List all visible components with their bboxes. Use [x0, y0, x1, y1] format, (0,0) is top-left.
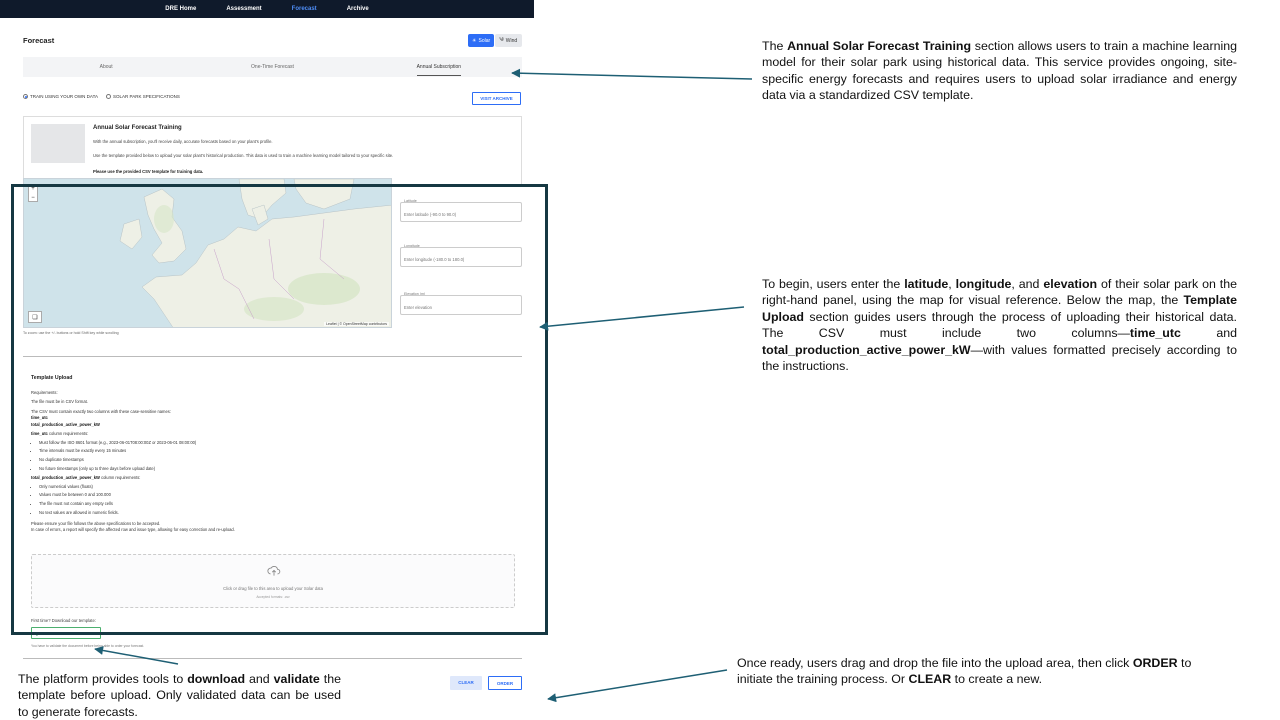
nav-assessment[interactable]: Assessment: [211, 0, 276, 18]
nav-dre-home[interactable]: DRE Home: [150, 0, 211, 18]
info-card: Annual Solar Forecast Training With the …: [23, 116, 522, 186]
info-image-placeholder: [31, 124, 85, 163]
solar-toggle-button[interactable]: ☀ Solar: [468, 34, 495, 47]
info-card-text-2: Use the template provided below to uploa…: [93, 153, 394, 158]
arrow-to-tabs: [511, 68, 753, 80]
slide: DRE Home Assessment Forecast Archive For…: [0, 0, 1280, 720]
wind-toggle-button[interactable]: ༄ Wind: [495, 34, 522, 47]
tab-one-time-forecast[interactable]: One-Time Forecast: [189, 57, 355, 77]
tab-about[interactable]: About: [23, 57, 189, 77]
radio-specs-label: SOLAR PARK SPECIFICATIONS: [113, 94, 180, 99]
radio-solar-park-specs[interactable]: SOLAR PARK SPECIFICATIONS: [106, 94, 180, 99]
radio-own-data-label: TRAIN USING YOUR OWN DATA: [30, 94, 99, 99]
visit-archive-button[interactable]: VISIT ARCHIVE: [472, 92, 521, 105]
info-card-title: Annual Solar Forecast Training: [93, 125, 182, 131]
order-button[interactable]: ORDER: [488, 676, 522, 690]
clear-button[interactable]: CLEAR: [450, 676, 482, 690]
sun-icon: ☀: [472, 37, 477, 44]
solar-toggle-label: Solar: [478, 37, 491, 44]
validate-note: You have to validate the document before…: [31, 644, 145, 648]
annotation-location-template: To begin, users enter the latitude, long…: [762, 277, 1238, 373]
annotation-annual-training: The Annual Solar Forecast Training secti…: [762, 39, 1238, 103]
nav-forecast[interactable]: Forecast: [277, 0, 332, 18]
nav-archive[interactable]: Archive: [332, 0, 384, 18]
wind-icon: ༄: [499, 36, 504, 43]
annotation-order-clear: Once ready, users drag and drop the file…: [737, 656, 1192, 687]
radio-train-own-data[interactable]: TRAIN USING YOUR OWN DATA: [23, 94, 98, 99]
info-card-text-3: Please use the provided CSV template for…: [93, 169, 204, 174]
highlight-frame: [11, 184, 548, 635]
radio-unselected-icon: [106, 94, 112, 99]
training-mode-radios: TRAIN USING YOUR OWN DATA SOLAR PARK SPE…: [23, 94, 180, 99]
info-card-text-1: With the annual subscription, you'll rec…: [93, 139, 273, 144]
radio-selected-icon: [23, 94, 28, 99]
page-title: Forecast: [23, 36, 55, 45]
bottom-divider: [23, 658, 522, 659]
annotation-download-validate: The platform provides tools to download …: [18, 672, 341, 719]
arrow-to-order: [547, 669, 728, 703]
tab-annual-subscription[interactable]: Annual Subscription: [356, 57, 522, 77]
arrow-to-highlight: [539, 306, 745, 331]
top-navbar: DRE Home Assessment Forecast Archive: [0, 0, 534, 18]
wind-toggle-label: Wind: [505, 37, 518, 44]
forecast-tabs: About One-Time Forecast Annual Subscript…: [23, 57, 522, 77]
